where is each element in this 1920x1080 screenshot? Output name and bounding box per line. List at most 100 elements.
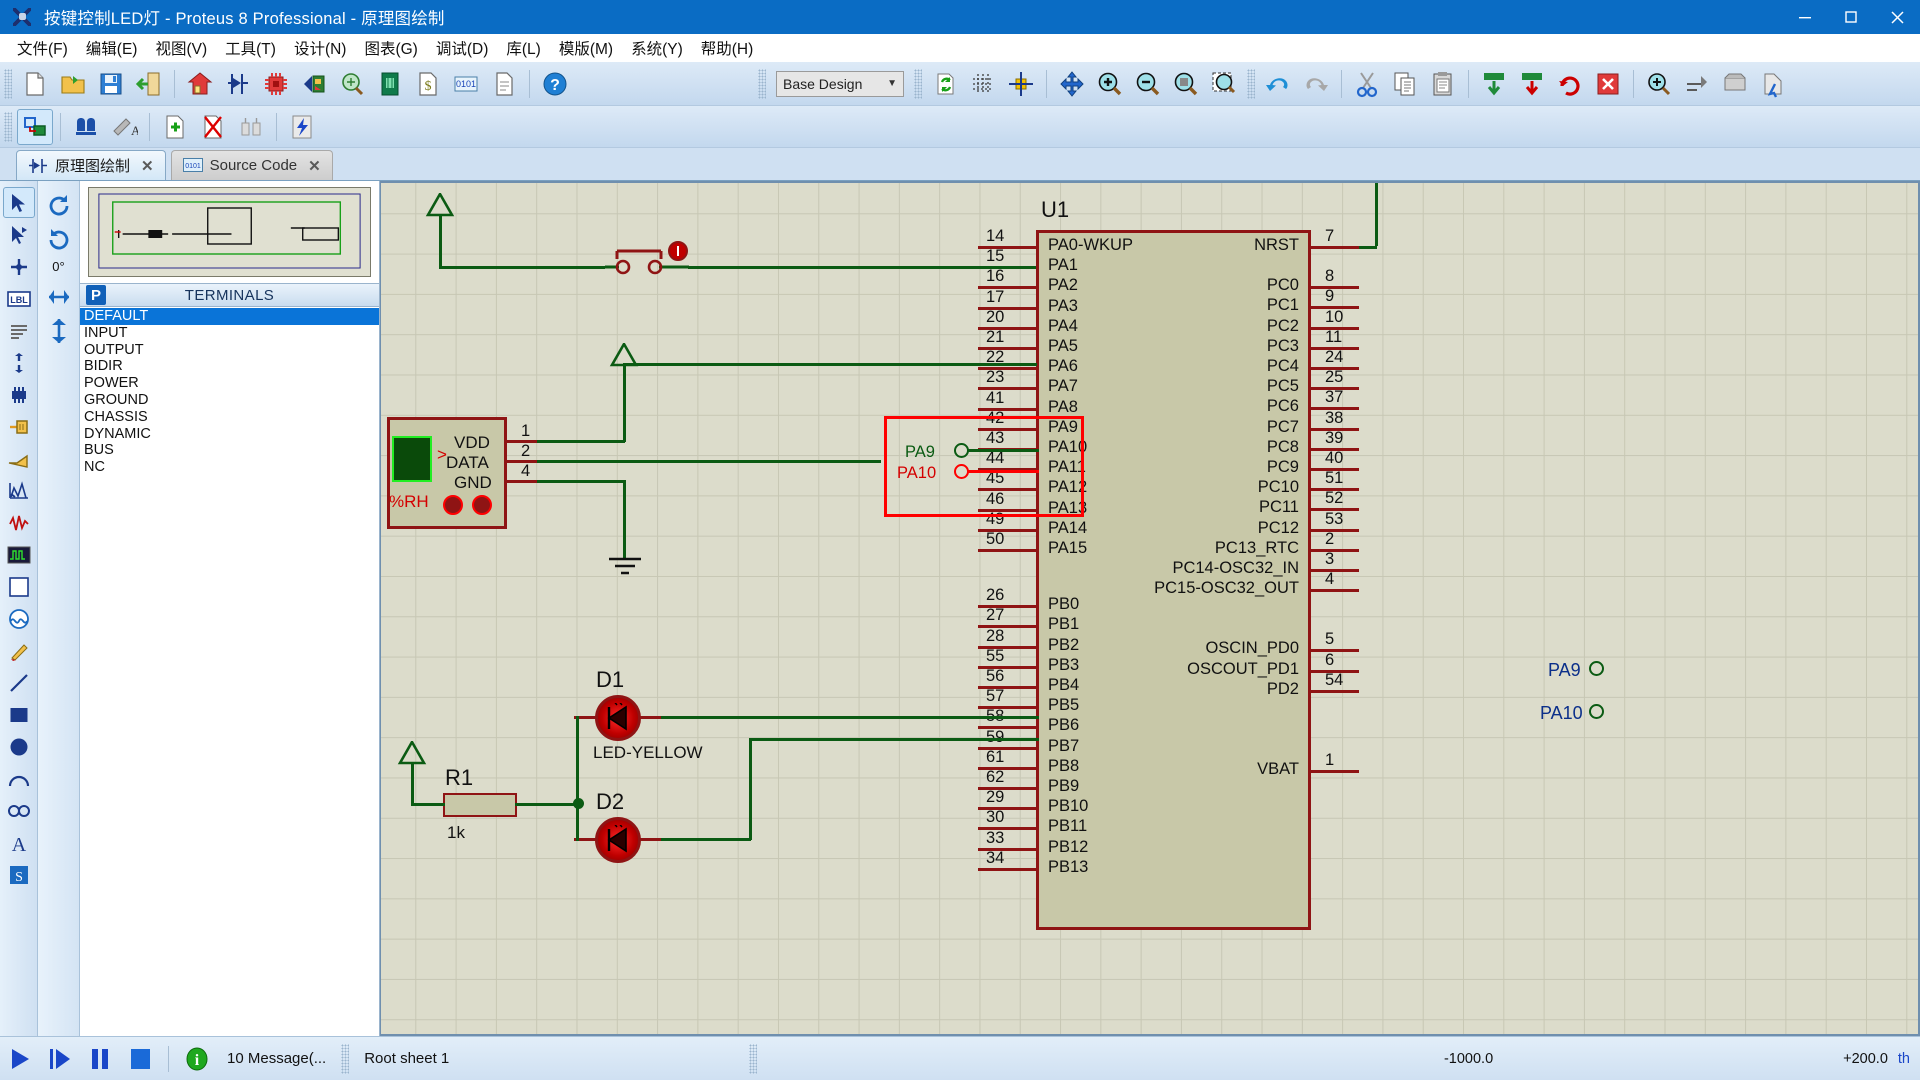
status-grip[interactable]	[341, 1043, 350, 1074]
ic-pin-wire-27[interactable]	[978, 625, 1036, 629]
menu-debug[interactable]: 调试(D)	[427, 34, 498, 62]
ic-pin-wire-51[interactable]	[1311, 488, 1359, 492]
component-mode-icon[interactable]	[3, 219, 35, 250]
wire-switch-up[interactable]	[439, 215, 442, 267]
copy-icon[interactable]	[1387, 66, 1423, 102]
subcircuit-icon[interactable]	[3, 379, 35, 410]
wire-r1-up[interactable]	[411, 763, 414, 805]
packaging-tool-icon[interactable]	[1717, 66, 1753, 102]
zoom-in-icon[interactable]	[1092, 66, 1128, 102]
list-item[interactable]: BUS	[80, 442, 379, 459]
ic-pin-wire-59[interactable]	[978, 746, 1036, 750]
home-icon[interactable]	[182, 66, 218, 102]
ic-pin-wire-26[interactable]	[978, 605, 1036, 609]
wire-data-run[interactable]	[537, 460, 881, 463]
ic-pin-wire-7[interactable]	[1311, 246, 1359, 249]
ic-pin-wire-30[interactable]	[978, 827, 1036, 831]
ic-pin-wire-34[interactable]	[978, 867, 1036, 871]
menu-graph[interactable]: 图表(G)	[355, 34, 426, 62]
mirror-vertical-icon[interactable]	[42, 314, 76, 348]
schematic-canvas[interactable]: U1 PA0-WKUP PA1 PA2 PA3 PA4 PA5 PA6 PA7 PA8 PA9 PA…	[380, 181, 1920, 1036]
virtual-instrument-icon[interactable]	[3, 635, 35, 666]
tab-close-icon[interactable]: ✕	[141, 157, 154, 175]
block-copy-icon[interactable]	[1476, 66, 1512, 102]
ic-pin-wire-58[interactable]	[978, 726, 1036, 730]
ic-pin-wire-37[interactable]	[1311, 407, 1359, 411]
ic-pin-wire-33[interactable]	[978, 847, 1036, 851]
list-item[interactable]: GROUND	[80, 392, 379, 409]
ic-pin-wire-5[interactable]	[1311, 649, 1359, 653]
find-icon[interactable]	[68, 109, 104, 145]
block-rotate-icon[interactable]	[1552, 66, 1588, 102]
new-sheet-icon[interactable]	[157, 109, 193, 145]
wire-r1-junction-up[interactable]	[576, 716, 579, 806]
wire-switch-to-pa1[interactable]	[688, 266, 1036, 269]
preview-pane[interactable]	[88, 187, 371, 277]
list-item[interactable]: NC	[80, 459, 379, 476]
arc-tool-icon[interactable]	[3, 763, 35, 794]
wire-nrst-vertical[interactable]	[1375, 183, 1378, 246]
tab-source-code[interactable]: 0101 Source Code ✕	[170, 150, 333, 180]
circle-tool-icon[interactable]	[3, 731, 35, 762]
ic-pin-wire-54[interactable]	[1311, 689, 1359, 693]
wire-pa5-run[interactable]	[623, 363, 1037, 366]
bom-report-icon[interactable]: $	[410, 66, 446, 102]
wire-d2-to-pb7[interactable]	[661, 838, 751, 841]
path-tool-icon[interactable]	[3, 795, 35, 826]
line-tool-icon[interactable]	[3, 667, 35, 698]
wire-gnd-run[interactable]	[537, 480, 625, 483]
ic-pin-wire-6[interactable]	[1311, 669, 1359, 673]
stop-icon[interactable]	[120, 1042, 160, 1076]
power-rail-icon[interactable]	[284, 109, 320, 145]
menu-design[interactable]: 设计(N)	[285, 34, 356, 62]
wire-pa9-net[interactable]	[967, 449, 1039, 452]
menu-edit[interactable]: 编辑(E)	[77, 34, 147, 62]
pcb-layout-icon[interactable]	[258, 66, 294, 102]
design-toolbar-grip[interactable]	[758, 68, 766, 99]
menu-library[interactable]: 库(L)	[497, 34, 549, 62]
schematic-capture-icon[interactable]	[220, 66, 256, 102]
menu-help[interactable]: 帮助(H)	[692, 34, 763, 62]
open-folder-icon[interactable]	[55, 66, 91, 102]
3d-view-icon[interactable]	[296, 66, 332, 102]
ic-pin-wire-11[interactable]	[1311, 346, 1359, 350]
pan-icon[interactable]	[1054, 66, 1090, 102]
symbol-tool-icon[interactable]: S	[3, 859, 35, 890]
sensor-up-button[interactable]	[443, 495, 463, 515]
property-assignment-icon[interactable]: A	[106, 109, 142, 145]
terminal-pa9-circle[interactable]	[1589, 661, 1604, 676]
tab-close-icon[interactable]: ✕	[308, 157, 321, 175]
pause-icon[interactable]	[80, 1042, 120, 1076]
wire-d1-to-pb6[interactable]	[661, 716, 1039, 719]
message-count[interactable]: 10 Message(...	[217, 1050, 336, 1067]
device-pin-icon[interactable]	[3, 443, 35, 474]
zoom-to-fit-icon[interactable]	[1168, 66, 1204, 102]
block-delete-icon[interactable]	[1590, 66, 1626, 102]
menu-system[interactable]: 系统(Y)	[622, 34, 692, 62]
ic-pin-wire-4[interactable]	[1311, 589, 1359, 593]
cut-icon[interactable]	[1349, 66, 1385, 102]
wire-gnd-down[interactable]	[623, 480, 626, 560]
wire-label-icon[interactable]: LBL	[3, 283, 35, 314]
decompose-icon[interactable]	[1755, 66, 1791, 102]
ic-pin-wire-62[interactable]	[978, 787, 1036, 790]
generator-icon[interactable]	[3, 539, 35, 570]
menu-file[interactable]: 文件(F)	[8, 34, 77, 62]
help-icon[interactable]: ?	[537, 66, 573, 102]
text-tool-icon[interactable]: A	[3, 827, 35, 858]
toggle-grid-icon[interactable]	[965, 66, 1001, 102]
resistor-r1-body[interactable]	[443, 793, 517, 817]
list-item[interactable]: INPUT	[80, 325, 379, 342]
play-icon[interactable]	[0, 1042, 40, 1076]
bill-of-materials-icon[interactable]	[334, 66, 370, 102]
design-selector[interactable]: Base Design ▼	[776, 70, 904, 97]
junction-dot-icon[interactable]	[3, 251, 35, 282]
close-button[interactable]	[1874, 0, 1920, 34]
ic-pin-wire-29[interactable]	[978, 807, 1036, 811]
refresh-icon[interactable]	[927, 66, 963, 102]
ic-pin-wire-10[interactable]	[1311, 326, 1359, 330]
toolbar-grip[interactable]	[4, 68, 12, 99]
ic-pin-wire-2[interactable]	[1311, 548, 1359, 552]
wire-vdd-up[interactable]	[623, 363, 626, 442]
wire-pa10-net[interactable]	[967, 470, 1039, 473]
